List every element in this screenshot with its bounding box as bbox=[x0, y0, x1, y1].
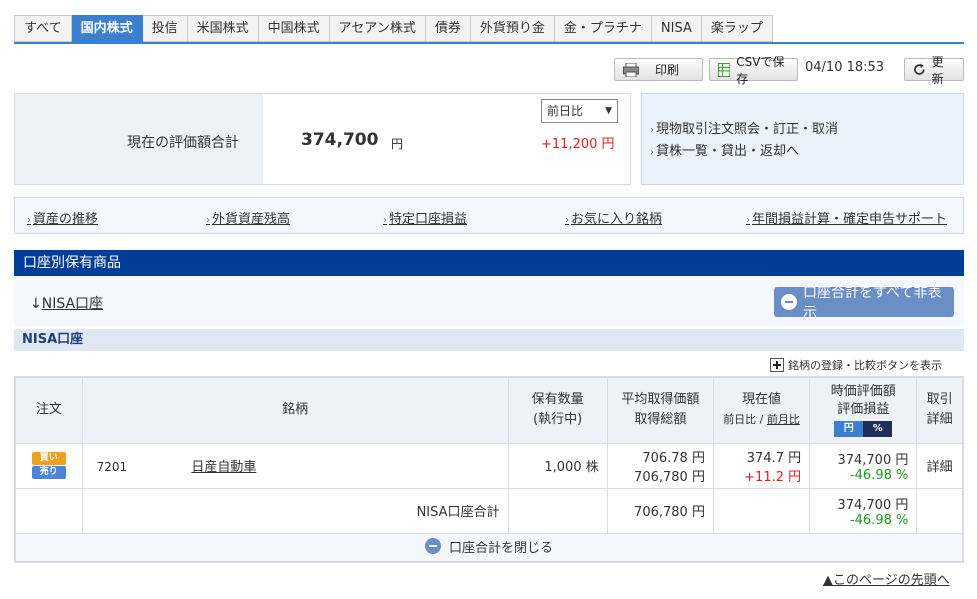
evaluation-unit: 円 bbox=[391, 137, 404, 151]
col-order: 注文 bbox=[14, 376, 83, 444]
side-link-lending[interactable]: › 貸株一覧・貸出・返却へ bbox=[650, 141, 963, 163]
average-cost-cell: 706.78 円 706,780 円 bbox=[606, 442, 714, 489]
tab-bonds[interactable]: 債券 bbox=[425, 15, 471, 42]
current-price-cell: 374.7 円 +11.2 円 bbox=[712, 442, 811, 489]
print-label: 印刷 bbox=[655, 63, 680, 77]
col-current-price: 現在値 前日比 / 前月比 bbox=[712, 376, 811, 444]
link-asset-history[interactable]: › 資産の推移 bbox=[27, 208, 98, 227]
col-symbol: 銘柄 bbox=[81, 376, 509, 444]
csv-save-button[interactable]: CSVで保存 bbox=[709, 55, 798, 86]
refresh-button[interactable]: 更新 bbox=[904, 55, 964, 86]
tab-foreign-deposit[interactable]: 外貨預り金 bbox=[470, 15, 555, 42]
stock-name-link[interactable]: 日産自動車 bbox=[191, 460, 256, 475]
chevron-right-icon: › bbox=[650, 147, 654, 158]
col-average-cost: 平均取得価額 取得総額 bbox=[606, 376, 714, 444]
tab-rakuwrap[interactable]: 楽ラップ bbox=[701, 15, 773, 42]
col-trade-detail: 取引 詳細 bbox=[916, 376, 964, 444]
quantity-cell: 1,000 株 bbox=[507, 442, 608, 489]
plus-icon bbox=[770, 358, 784, 372]
spreadsheet-icon bbox=[718, 62, 731, 77]
total-label: NISA口座合計 bbox=[81, 487, 509, 534]
link-foreign-assets[interactable]: › 外貨資産残高 bbox=[206, 208, 290, 227]
sell-button[interactable]: 売り bbox=[31, 466, 66, 479]
order-cell: 買い 売り bbox=[14, 442, 83, 489]
compare-select[interactable]: 前日比 ▼ bbox=[541, 99, 618, 123]
tab-nisa[interactable]: NISA bbox=[651, 15, 702, 42]
compare-select-value: 前日比 bbox=[547, 104, 584, 118]
tab-gold-platinum[interactable]: 金・プラチナ bbox=[554, 15, 652, 42]
table-header-row: 注文 銘柄 保有数量 (執行中) 平均取得価額 取得総額 現在値 前日比 / 前月比 … bbox=[14, 376, 964, 444]
minus-circle-icon bbox=[424, 538, 441, 554]
close-total-row: 口座合計を閉じる bbox=[14, 532, 964, 563]
tab-china-stock[interactable]: 中国株式 bbox=[258, 15, 330, 42]
nisa-account-header: NISA口座 bbox=[14, 329, 964, 351]
show-register-compare-link[interactable]: 銘柄の登録・比較ボタンを表示 bbox=[770, 357, 942, 373]
hide-all-totals-label: 口座合計をすべて非表示 bbox=[803, 285, 942, 321]
col-quantity: 保有数量 (執行中) bbox=[507, 376, 608, 444]
link-annual-pl-tax[interactable]: › 年間損益計算・確定申告サポート bbox=[746, 208, 947, 227]
stock-code: 7201 bbox=[96, 460, 128, 474]
refresh-label: 更新 bbox=[931, 54, 944, 86]
hide-all-totals-button[interactable]: 口座合計をすべて非表示 bbox=[774, 285, 954, 321]
evaluation-panel: 現在の評価額合計 374,700 円 前日比 ▼ +11,200 円 bbox=[14, 93, 631, 185]
tab-domestic-stock[interactable]: 国内株式 bbox=[71, 15, 143, 42]
close-account-total-button[interactable]: 口座合計を閉じる bbox=[424, 537, 553, 556]
holdings-table: 注文 銘柄 保有数量 (執行中) 平均取得価額 取得総額 現在値 前日比 / 前月比 … bbox=[14, 376, 964, 563]
print-button[interactable]: 印刷 bbox=[614, 58, 703, 81]
tab-investment-trust[interactable]: 投信 bbox=[142, 15, 188, 42]
total-cost-cell: 706,780 円 bbox=[606, 487, 714, 534]
total-market-value-cell: 374,700 円 -46.98 % bbox=[809, 487, 918, 534]
total-row: NISA口座合計 706,780 円 374,700 円 -46.98 % bbox=[14, 487, 964, 534]
refresh-icon bbox=[914, 63, 925, 75]
printer-icon bbox=[623, 62, 639, 77]
account-row: ↓NISA口座 口座合計をすべて非表示 bbox=[14, 276, 964, 326]
market-value-cell: 374,700 円 -46.98 % bbox=[809, 442, 918, 489]
evaluation-amount: 374,700 bbox=[301, 130, 379, 150]
tab-us-stock[interactable]: 米国株式 bbox=[187, 15, 259, 42]
col-market-value: 時価評価額 評価損益 円% bbox=[809, 376, 918, 444]
evaluation-label: 現在の評価額合計 bbox=[127, 135, 239, 151]
symbol-cell: 7201 日産自動車 bbox=[81, 442, 509, 489]
tab-asean-stock[interactable]: アセアン株式 bbox=[329, 15, 426, 42]
product-tabs: すべて 国内株式 投信 米国株式 中国株式 アセアン株式 債券 外貨預り金 金・… bbox=[14, 15, 773, 42]
quick-links-bar: › 資産の推移 › 外貨資産残高 › 特定口座損益 › お気に入り銘柄 › 年間損益計算・… bbox=[14, 197, 964, 234]
monthly-change-link[interactable]: 前月比 bbox=[767, 413, 800, 426]
dropdown-arrow-icon: ▼ bbox=[605, 106, 612, 116]
tab-underline bbox=[14, 42, 964, 44]
chevron-right-icon: › bbox=[650, 125, 654, 136]
minus-circle-icon bbox=[781, 294, 797, 310]
section-title: 口座別保有商品 bbox=[14, 250, 964, 276]
side-links-panel: › 現物取引注文照会・訂正・取消 › 貸株一覧・貸出・返却へ bbox=[641, 93, 964, 185]
nisa-account-link[interactable]: ↓NISA口座 bbox=[30, 293, 103, 313]
tab-all[interactable]: すべて bbox=[14, 15, 72, 42]
table-row: 買い 売り 7201 日産自動車 1,000 株 706.78 円 706,780… bbox=[14, 442, 964, 489]
yen-percent-toggle[interactable]: 円% bbox=[834, 421, 893, 438]
evaluation-diff: +11,200 円 bbox=[541, 137, 615, 152]
detail-link[interactable]: 詳細 bbox=[916, 442, 964, 489]
csv-save-label: CSVで保存 bbox=[736, 54, 785, 86]
link-favorites[interactable]: › お気に入り銘柄 bbox=[565, 208, 662, 227]
page-top-link[interactable]: ▲このページの先頭へ bbox=[823, 569, 950, 588]
update-timestamp: 04/10 18:53 bbox=[805, 60, 885, 75]
link-specific-account-pl[interactable]: › 特定口座損益 bbox=[383, 208, 467, 227]
buy-button[interactable]: 買い bbox=[31, 452, 66, 465]
side-link-orders[interactable]: › 現物取引注文照会・訂正・取消 bbox=[650, 119, 963, 141]
